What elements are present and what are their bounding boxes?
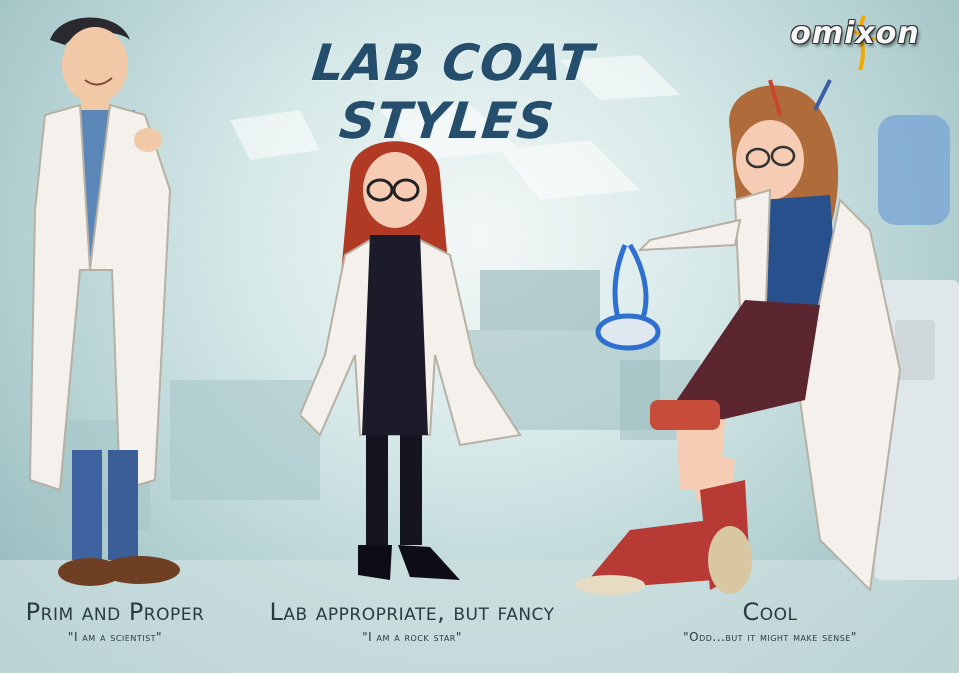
caption-prim-and-proper: Prim and Proper "I am a scientist" bbox=[0, 598, 230, 644]
style-quote: "Odd...but it might make sense" bbox=[683, 630, 857, 644]
logo-wordmark: omixon bbox=[790, 16, 920, 51]
style-name: Lab appropriate, but fancy bbox=[269, 598, 555, 626]
caption-cool: Cool "Odd...but it might make sense" bbox=[620, 598, 920, 644]
caption-lab-appropriate-but-fancy: Lab appropriate, but fancy "I am a rock … bbox=[262, 598, 562, 644]
figure-cool bbox=[575, 79, 902, 595]
omixon-logo: omixon bbox=[760, 12, 950, 72]
style-name: Cool bbox=[742, 598, 798, 626]
illustration-scene: LAB COAT STYLES omixon Prim and Proper "… bbox=[0, 0, 959, 673]
safety-goggles-icon bbox=[595, 243, 661, 351]
style-quote: "I am a scientist" bbox=[67, 630, 163, 644]
figure-lab-appropriate-but-fancy bbox=[300, 141, 522, 580]
style-name: Prim and Proper bbox=[25, 598, 205, 626]
figure-prim-and-proper bbox=[28, 17, 180, 586]
style-quote: "I am a rock star" bbox=[362, 630, 462, 644]
